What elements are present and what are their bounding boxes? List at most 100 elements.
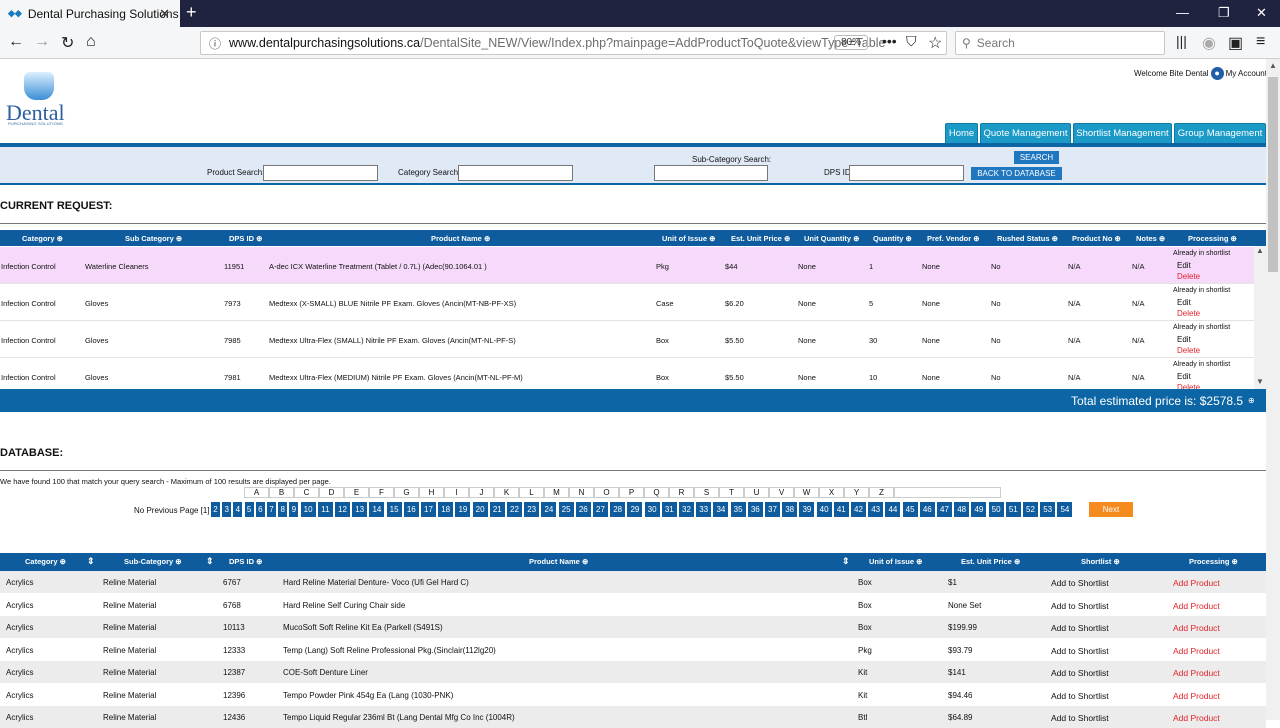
- page-link[interactable]: 36: [747, 502, 763, 517]
- dps-logo[interactable]: Dental PURCHASING SOLUTIONS: [6, 72, 76, 128]
- menu-icon[interactable]: ≡: [1256, 33, 1265, 51]
- letter-p[interactable]: P: [619, 487, 644, 498]
- browser-search-input[interactable]: ⚲ Search: [955, 31, 1165, 55]
- col-sub-category[interactable]: Sub Category ⊕: [125, 234, 182, 243]
- col-pref-vendor[interactable]: Pref. Vendor ⊕: [927, 234, 980, 243]
- page-link[interactable]: 12: [335, 502, 350, 517]
- letter-z[interactable]: Z: [869, 487, 894, 498]
- add-product-link[interactable]: Add Product: [1173, 713, 1220, 723]
- page-link[interactable]: 4: [233, 502, 243, 517]
- page-link[interactable]: 48: [954, 502, 970, 517]
- page-link[interactable]: 51: [1005, 502, 1021, 517]
- page-link[interactable]: 32: [679, 502, 694, 517]
- page-link[interactable]: 19: [455, 502, 471, 517]
- search-button[interactable]: SEARCH: [1014, 151, 1059, 164]
- page-scrollbar-thumb[interactable]: [1268, 77, 1278, 272]
- sort-category-icon[interactable]: ⇕: [87, 556, 95, 567]
- page-link[interactable]: 11: [317, 502, 333, 517]
- page-link[interactable]: 10: [300, 502, 316, 517]
- col-unit-of-issue[interactable]: Unit of Issue ⊕: [662, 234, 715, 243]
- db-col-processing[interactable]: Processing ⊕: [1189, 557, 1238, 566]
- letter-i[interactable]: I: [444, 487, 469, 498]
- edit-link[interactable]: Edit: [1177, 298, 1191, 307]
- page-link[interactable]: 49: [971, 502, 987, 517]
- db-col-sub-category[interactable]: Sub-Category ⊕: [124, 557, 182, 566]
- page-link[interactable]: 46: [919, 502, 935, 517]
- next-page-button[interactable]: Next: [1089, 502, 1133, 517]
- close-window-icon[interactable]: ✕: [1256, 5, 1267, 21]
- nav-home[interactable]: Home: [945, 123, 978, 143]
- page-link[interactable]: 54: [1057, 502, 1073, 517]
- page-link[interactable]: 39: [799, 502, 815, 517]
- page-link[interactable]: 53: [1040, 502, 1056, 517]
- letter-n[interactable]: N: [569, 487, 594, 498]
- col-rushed-status[interactable]: Rushed Status ⊕: [997, 234, 1058, 243]
- pocket-icon[interactable]: ⛉: [906, 33, 917, 50]
- page-link[interactable]: 38: [782, 502, 798, 517]
- letter-f[interactable]: F: [369, 487, 394, 498]
- letter-s[interactable]: S: [694, 487, 719, 498]
- page-link[interactable]: 9: [289, 502, 299, 517]
- page-link[interactable]: 27: [593, 502, 608, 517]
- add-product-link[interactable]: Add Product: [1173, 646, 1220, 656]
- letter-g[interactable]: G: [394, 487, 419, 498]
- page-scrollbar[interactable]: ▲: [1266, 59, 1280, 720]
- restore-icon[interactable]: ❐: [1218, 5, 1230, 21]
- page-link[interactable]: 7: [267, 502, 276, 517]
- letter-d[interactable]: D: [319, 487, 344, 498]
- page-link[interactable]: 5: [244, 502, 254, 517]
- page-link[interactable]: 2: [211, 502, 220, 517]
- letter-t[interactable]: T: [719, 487, 744, 498]
- db-col-shortlist[interactable]: Shortlist ⊕: [1081, 557, 1120, 566]
- col-quantity[interactable]: Quantity ⊕: [873, 234, 912, 243]
- letter-r[interactable]: R: [669, 487, 694, 498]
- letter-q[interactable]: Q: [644, 487, 669, 498]
- forward-icon[interactable]: →: [34, 33, 50, 51]
- letter-y[interactable]: Y: [844, 487, 869, 498]
- db-col-category[interactable]: Category ⊕: [25, 557, 66, 566]
- current-table-scrollbar[interactable]: ▲ ▼: [1254, 246, 1266, 389]
- reload-icon[interactable]: ↻: [61, 33, 74, 53]
- page-link[interactable]: 28: [610, 502, 626, 517]
- close-tab-icon[interactable]: ✕: [159, 6, 170, 22]
- page-link[interactable]: 52: [1023, 502, 1038, 517]
- nav-group-management[interactable]: Group Management: [1174, 123, 1266, 143]
- db-col-product-name[interactable]: Product Name ⊕: [529, 557, 588, 566]
- page-link[interactable]: 45: [902, 502, 918, 517]
- minimize-icon[interactable]: —: [1176, 5, 1189, 20]
- col-product-no[interactable]: Product No ⊕: [1072, 234, 1121, 243]
- page-link[interactable]: 30: [644, 502, 660, 517]
- add-product-link[interactable]: Add Product: [1173, 668, 1220, 678]
- letter-a[interactable]: A: [244, 487, 269, 498]
- add-product-link[interactable]: Add Product: [1173, 601, 1220, 611]
- nav-shortlist-management[interactable]: Shortlist Management: [1073, 123, 1172, 143]
- page-link[interactable]: 26: [575, 502, 591, 517]
- letter-l[interactable]: L: [519, 487, 544, 498]
- letter-e[interactable]: E: [344, 487, 369, 498]
- letter-k[interactable]: K: [494, 487, 519, 498]
- library-icon[interactable]: |||: [1176, 33, 1187, 49]
- db-col-unit-of-issue[interactable]: Unit of Issue ⊕: [869, 557, 922, 566]
- add-product-link[interactable]: Add Product: [1173, 691, 1220, 701]
- address-bar[interactable]: ⓘ www.dentalpurchasingsolutions.ca/Denta…: [200, 31, 947, 55]
- add-to-shortlist-link[interactable]: Add to Shortlist: [1051, 713, 1109, 723]
- edit-link[interactable]: Edit: [1177, 335, 1191, 344]
- col-est-unit-price[interactable]: Est. Unit Price ⊕: [731, 234, 790, 243]
- page-link[interactable]: 34: [713, 502, 729, 517]
- page-link[interactable]: 14: [369, 502, 385, 517]
- browser-tab[interactable]: ◆◆ Dental Purchasing Solutions ✕: [0, 0, 180, 27]
- add-to-shortlist-link[interactable]: Add to Shortlist: [1051, 691, 1109, 701]
- page-link[interactable]: 18: [438, 502, 454, 517]
- letter-b[interactable]: B: [269, 487, 294, 498]
- delete-link[interactable]: Delete: [1177, 309, 1200, 318]
- col-dps-id[interactable]: DPS ID ⊕: [229, 234, 262, 243]
- subcategory-search-input[interactable]: [654, 165, 768, 181]
- sidebar-icon[interactable]: ▣: [1228, 33, 1243, 53]
- letter-m[interactable]: M: [544, 487, 569, 498]
- page-link[interactable]: 43: [868, 502, 884, 517]
- page-link[interactable]: 16: [403, 502, 419, 517]
- col-processing[interactable]: Processing ⊕: [1188, 234, 1237, 243]
- bookmark-star-icon[interactable]: ☆: [928, 33, 942, 53]
- page-link[interactable]: 31: [661, 502, 677, 517]
- site-info-icon[interactable]: ⓘ: [209, 35, 221, 52]
